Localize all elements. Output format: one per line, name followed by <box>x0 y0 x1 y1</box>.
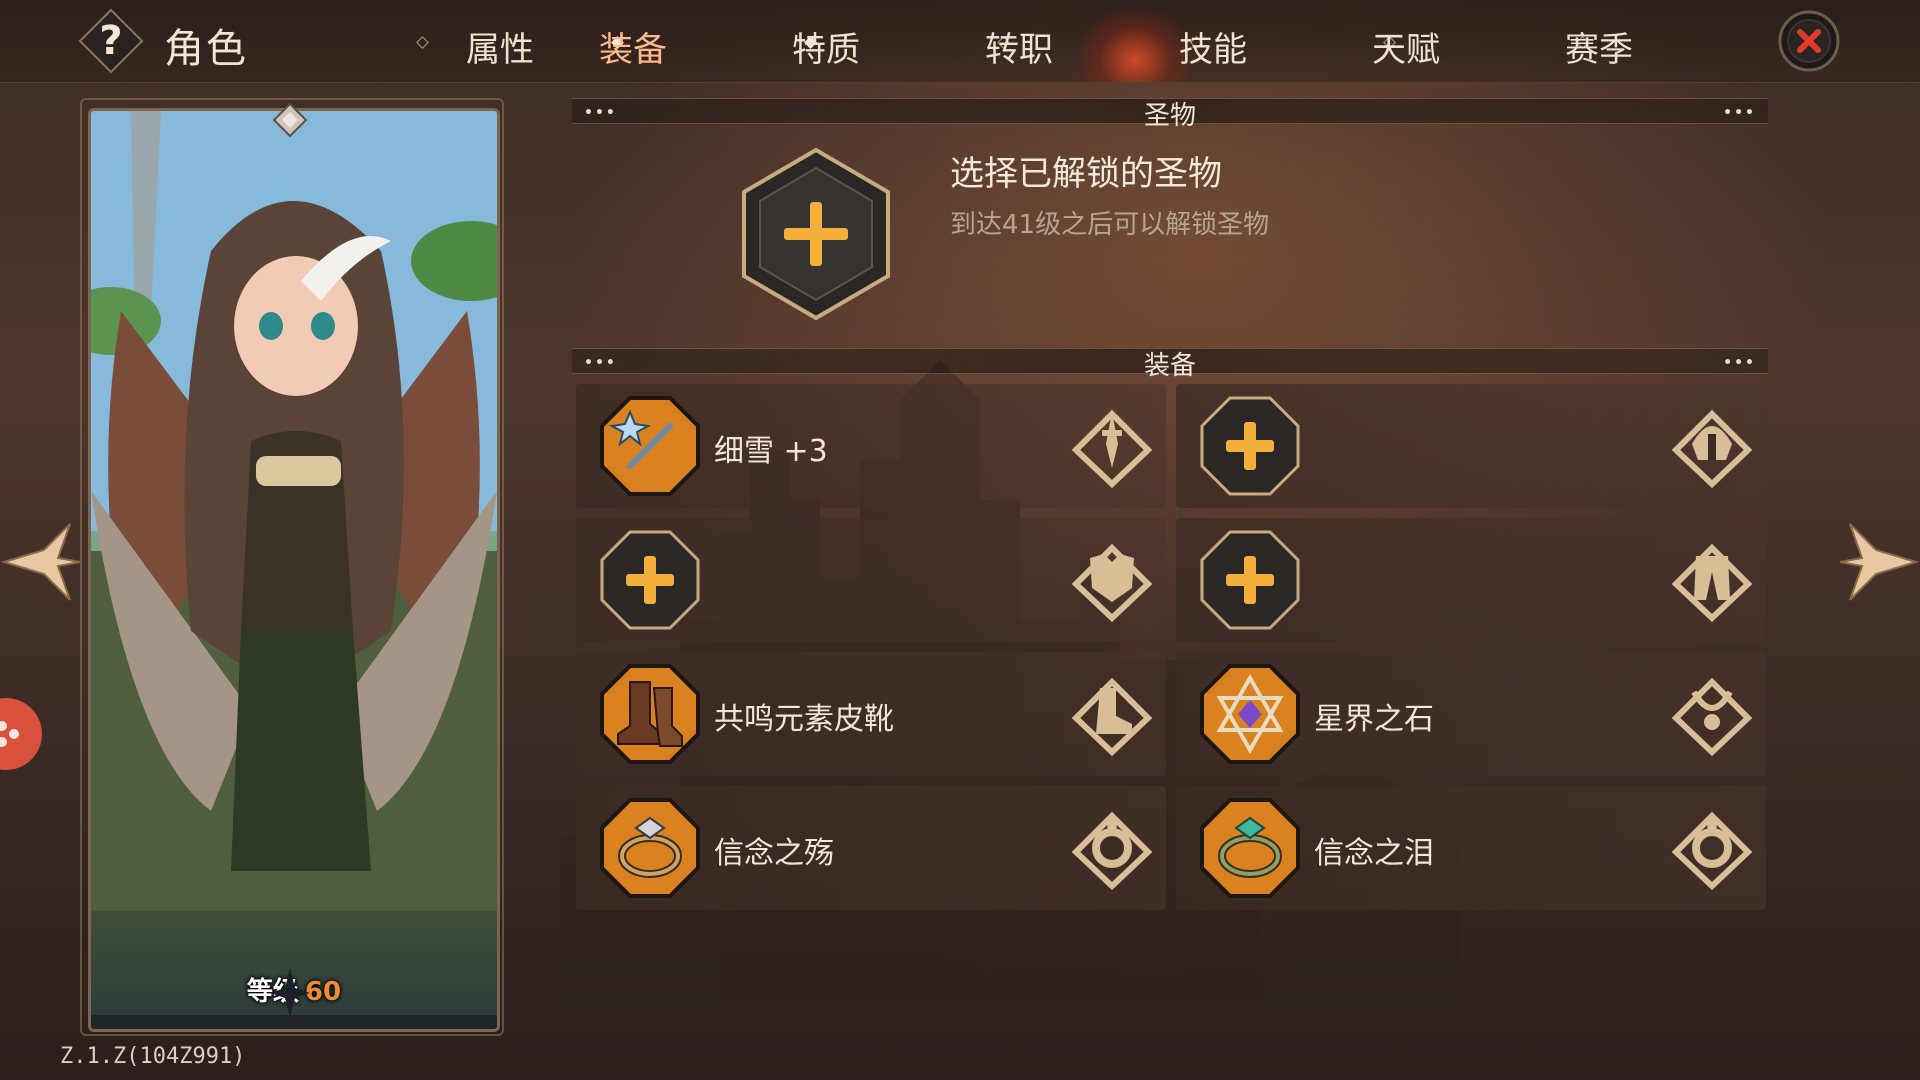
star-gem-icon <box>1200 664 1300 764</box>
character-card: 等级60 "王庭哨兵"羽落 <box>88 108 500 1032</box>
tab-job-change[interactable]: 转职 <box>939 22 1099 71</box>
close-icon[interactable] <box>1778 10 1840 72</box>
equipment-section-header: ••• 装备 ••• <box>572 348 1768 381</box>
helmet-icon <box>1671 409 1753 488</box>
ring-item-icon <box>1200 798 1300 898</box>
star-ornament-icon <box>270 968 310 1018</box>
item-name: 信念之殇 <box>714 836 834 871</box>
header-dots-right: ••• <box>1723 355 1756 371</box>
equipment-slot-ring-1[interactable]: 信念之殇 <box>576 786 1166 910</box>
equipment-slot-ring-2[interactable]: 信念之泪 <box>1176 786 1766 910</box>
top-bar: ? 角色 属性 装备 特质 转职 技能 天赋 赛季 <box>0 0 1920 83</box>
relic-description: 到达41级之后可以解锁圣物 <box>950 210 1270 240</box>
floating-tool-icon[interactable] <box>0 696 46 772</box>
equipment-slot-armor[interactable] <box>576 518 1166 642</box>
plus-icon <box>1200 530 1300 630</box>
pants-icon <box>1671 543 1753 622</box>
version-label: Z.1.Z(104Z991) <box>60 1044 246 1069</box>
tab-talents[interactable]: 天赋 <box>1326 22 1486 71</box>
equipment-slot-amulet[interactable]: 星界之石 <box>1176 652 1766 776</box>
tab-equipment[interactable]: 装备 <box>553 22 713 71</box>
armor-icon <box>1071 543 1153 622</box>
page-title: 角色 <box>164 26 248 72</box>
boots-item-icon <box>600 664 700 764</box>
equipment-slot-weapon[interactable]: 细雪 +3 <box>576 384 1166 508</box>
plus-icon <box>1200 396 1300 496</box>
item-name: 星界之石 <box>1314 702 1434 737</box>
help-icon[interactable]: ? <box>78 8 144 74</box>
tab-traits[interactable]: 特质 <box>746 22 906 71</box>
equipment-section-title: 装备 <box>1143 351 1196 381</box>
ring-icon <box>1071 811 1153 890</box>
tab-skills[interactable]: 技能 <box>1133 22 1293 71</box>
item-name: 共鸣元素皮靴 <box>714 702 894 737</box>
plus-icon <box>600 530 700 630</box>
relic-title: 选择已解锁的圣物 <box>950 154 1222 194</box>
tab-season[interactable]: 赛季 <box>1519 22 1679 71</box>
next-character-icon[interactable] <box>1836 520 1920 604</box>
character-portrait <box>91 111 497 911</box>
svg-text:?: ? <box>99 18 122 64</box>
header-dots-right: ••• <box>1723 105 1756 121</box>
ring-item-icon <box>600 798 700 898</box>
weapon-icon <box>1071 409 1153 488</box>
relic-section-header: ••• 圣物 ••• <box>572 98 1768 131</box>
equipment-slot-pants[interactable] <box>1176 518 1766 642</box>
level-value: 60 <box>304 977 342 1007</box>
character-name: "王庭哨兵"羽落 <box>91 1023 497 1029</box>
item-name: 信念之泪 <box>1314 836 1434 871</box>
item-name: 细雪 +3 <box>714 434 828 469</box>
amulet-icon <box>1671 677 1753 756</box>
staff-icon <box>600 396 700 496</box>
equipment-slot-helmet[interactable] <box>1176 384 1766 508</box>
relic-section-title: 圣物 <box>1143 101 1196 131</box>
equipment-slot-boots[interactable]: 共鸣元素皮靴 <box>576 652 1166 776</box>
previous-character-icon[interactable] <box>0 520 84 604</box>
tab-bar: 属性 装备 特质 转职 技能 天赋 赛季 <box>416 0 1740 82</box>
relic-add-button[interactable] <box>728 146 904 322</box>
boots-icon <box>1071 677 1153 756</box>
diamond-ornament-icon <box>272 102 308 138</box>
ring-icon <box>1671 811 1753 890</box>
